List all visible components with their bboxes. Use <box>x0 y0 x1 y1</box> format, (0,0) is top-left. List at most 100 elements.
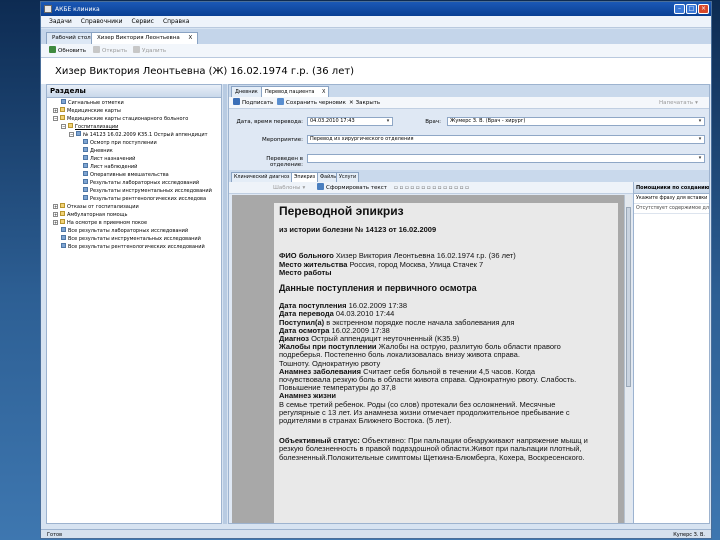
collapse-icon[interactable]: − <box>53 116 58 121</box>
open-button[interactable]: Открыть <box>93 46 127 56</box>
event-label: Мероприятие: <box>262 137 303 143</box>
document-icon <box>83 139 88 144</box>
tree-item-observations[interactable]: Лист наблюдений <box>83 163 137 171</box>
transfer-date-field[interactable]: 04.03.2010 17:43 ▾ <box>307 117 393 126</box>
print-button[interactable]: Напечатать ▾ <box>659 98 698 108</box>
menu-tasks[interactable]: Задачи <box>49 18 72 25</box>
document-scrollbar[interactable] <box>624 195 632 523</box>
tree-item-signals[interactable]: Сигнальные отметки <box>61 99 124 107</box>
tab-transfer[interactable]: Перевод пациента X <box>261 86 330 97</box>
tree-label: Все результаты рентгенологических исслед… <box>68 244 205 250</box>
menu-references[interactable]: Справочники <box>81 18 123 25</box>
scrollbar-thumb[interactable] <box>626 207 631 387</box>
tree-item-xray-results[interactable]: Результаты рентгенологических исследова <box>83 195 206 203</box>
minimize-icon[interactable]: – <box>674 4 685 14</box>
document-icon <box>61 227 66 232</box>
folder-icon <box>60 115 65 120</box>
delete-button[interactable]: Удалить <box>133 46 166 56</box>
tab-clinical-diagnosis[interactable]: Клинический диагноз <box>231 172 293 182</box>
tree-item-diary[interactable]: Дневник <box>83 147 113 155</box>
tree-item-hospitalizations[interactable]: − Госпитализации <box>61 123 118 131</box>
tree-item-all-instrumental[interactable]: Все результаты инструментальных исследов… <box>61 235 201 243</box>
save-draft-button[interactable]: Сохранить черновик <box>277 98 346 108</box>
tree-item-refusals[interactable]: + Отказы от госпитализации <box>53 203 139 211</box>
tree-item-reception[interactable]: + На осмотре в приемном покое <box>53 219 147 227</box>
doctor-value: Жумерс З. В. (Врач - хирург) <box>450 118 526 124</box>
document-viewport: Переводной эпикриз из истории болезни № … <box>232 195 625 523</box>
open-icon <box>93 46 100 53</box>
chevron-down-icon[interactable]: ▾ <box>697 156 703 161</box>
document-page[interactable]: Переводной эпикриз из истории болезни № … <box>274 203 618 523</box>
tree-item-case[interactable]: − № 14123 16.02.2009 К35.1 Острый аппенди… <box>69 131 208 139</box>
tree-item-lab-results[interactable]: Результаты лабораторных исследований <box>83 179 199 187</box>
tab-diary[interactable]: Дневник <box>231 86 262 97</box>
helper-title: Помощники по созданию эпикризов <box>634 182 709 194</box>
expand-icon[interactable]: + <box>53 212 58 217</box>
tree-item-operations[interactable]: Оперативные вмешательства <box>83 171 169 179</box>
expand-icon[interactable]: + <box>53 204 58 209</box>
doctor-select[interactable]: Жумерс З. В. (Врач - хирург) ▾ <box>447 117 705 126</box>
menu-service[interactable]: Сервис <box>132 18 154 25</box>
tree-item-all-xray[interactable]: Все результаты рентгенологических исслед… <box>61 243 205 251</box>
calendar-dropdown-icon[interactable]: ▾ <box>385 119 391 124</box>
sign-label: Подписать <box>242 100 274 106</box>
sign-button[interactable]: Подписать <box>233 98 273 108</box>
tab-epicrisis[interactable]: Эпикриз <box>291 172 319 182</box>
chevron-down-icon[interactable]: ▾ <box>697 119 703 124</box>
menu-bar: Задачи Справочники Сервис Справка <box>41 16 711 28</box>
close-icon: ✕ <box>349 100 354 106</box>
tree-item-instrumental-results[interactable]: Результаты инструментальных исследований <box>83 187 212 195</box>
tree-item-all-lab[interactable]: Все результаты лабораторных исследований <box>61 227 188 235</box>
print-label: Напечатать <box>659 100 694 106</box>
tree-item-inpatient-cards[interactable]: − Медицинские карты стационарного больног… <box>53 115 188 123</box>
collapse-icon[interactable]: − <box>69 132 74 137</box>
templates-button[interactable]: Шаблоны ▾ <box>273 183 305 193</box>
document-icon <box>61 235 66 240</box>
menu-help[interactable]: Справка <box>163 18 189 25</box>
format-icons: ▫ ▫ ▫ ▫ ▫ ▫ ▫ ▫ ▫ ▫ ▫ ▫ ▫ ▫ <box>394 185 469 191</box>
tree-label: Результаты инструментальных исследований <box>90 188 212 194</box>
tab-services[interactable]: Услуги <box>336 172 360 182</box>
refresh-button[interactable]: Обновить <box>49 46 86 56</box>
tree-label: Медицинские карты <box>67 108 121 114</box>
event-value: Перевод из хирургического отделения <box>310 136 414 142</box>
app-icon <box>44 5 52 13</box>
close-form-label: Закрыть <box>355 100 381 106</box>
tree-item-outpatient[interactable]: + Амбулаторная помощь <box>53 211 127 219</box>
refresh-label: Обновить <box>58 48 86 54</box>
format-text-label: Сформировать текст <box>326 185 387 191</box>
panel-splitter[interactable] <box>223 84 227 524</box>
content-panel: Дневник Перевод пациента X Подписать Сох… <box>228 84 710 524</box>
folder-icon <box>60 219 65 224</box>
main-toolbar: Обновить Открыть Удалить <box>41 44 711 58</box>
transfer-date-value: 04.03.2010 17:43 <box>310 118 355 124</box>
tab-patient[interactable]: Хизер Виктория Леонтьевна X <box>91 32 199 44</box>
tab-transfer-close-icon[interactable]: X <box>322 89 325 95</box>
helper-empty-row[interactable]: Отсутствует содержимое для те <box>634 204 709 214</box>
tree-item-med-cards[interactable]: + Медицинские карты <box>53 107 121 115</box>
doctor-label: Врач: <box>425 119 441 125</box>
folder-icon <box>60 203 65 208</box>
maximize-icon[interactable]: □ <box>686 4 697 14</box>
delete-label: Удалить <box>142 48 167 54</box>
expand-icon[interactable]: + <box>53 220 58 225</box>
collapse-icon[interactable]: − <box>61 124 66 129</box>
chevron-down-icon[interactable]: ▾ <box>697 137 703 142</box>
tab-transfer-label: Перевод пациента <box>265 89 315 95</box>
event-select[interactable]: Перевод из хирургического отделения ▾ <box>307 135 705 144</box>
tab-desktop[interactable]: Рабочий стол <box>46 32 97 44</box>
tree-item-admission-exam[interactable]: Осмотр при поступлении <box>83 139 157 147</box>
title-bar: АКБЕ клиника – □ × <box>41 2 711 16</box>
tab-close-icon[interactable]: X <box>189 35 193 41</box>
close-window-icon[interactable]: × <box>698 4 709 14</box>
tree-label: Дневник <box>90 148 113 154</box>
open-label: Открыть <box>102 48 128 54</box>
dept-select[interactable]: ▾ <box>307 154 705 163</box>
tree-item-prescriptions[interactable]: Лист назначений <box>83 155 135 163</box>
save-draft-label: Сохранить черновик <box>286 100 346 106</box>
format-text-button[interactable]: Сформировать текст <box>317 183 387 193</box>
close-form-button[interactable]: ✕ Закрыть <box>349 98 380 108</box>
tree-label: На осмотре в приемном покое <box>67 220 148 226</box>
expand-icon[interactable]: + <box>53 108 58 113</box>
save-icon <box>277 98 284 105</box>
